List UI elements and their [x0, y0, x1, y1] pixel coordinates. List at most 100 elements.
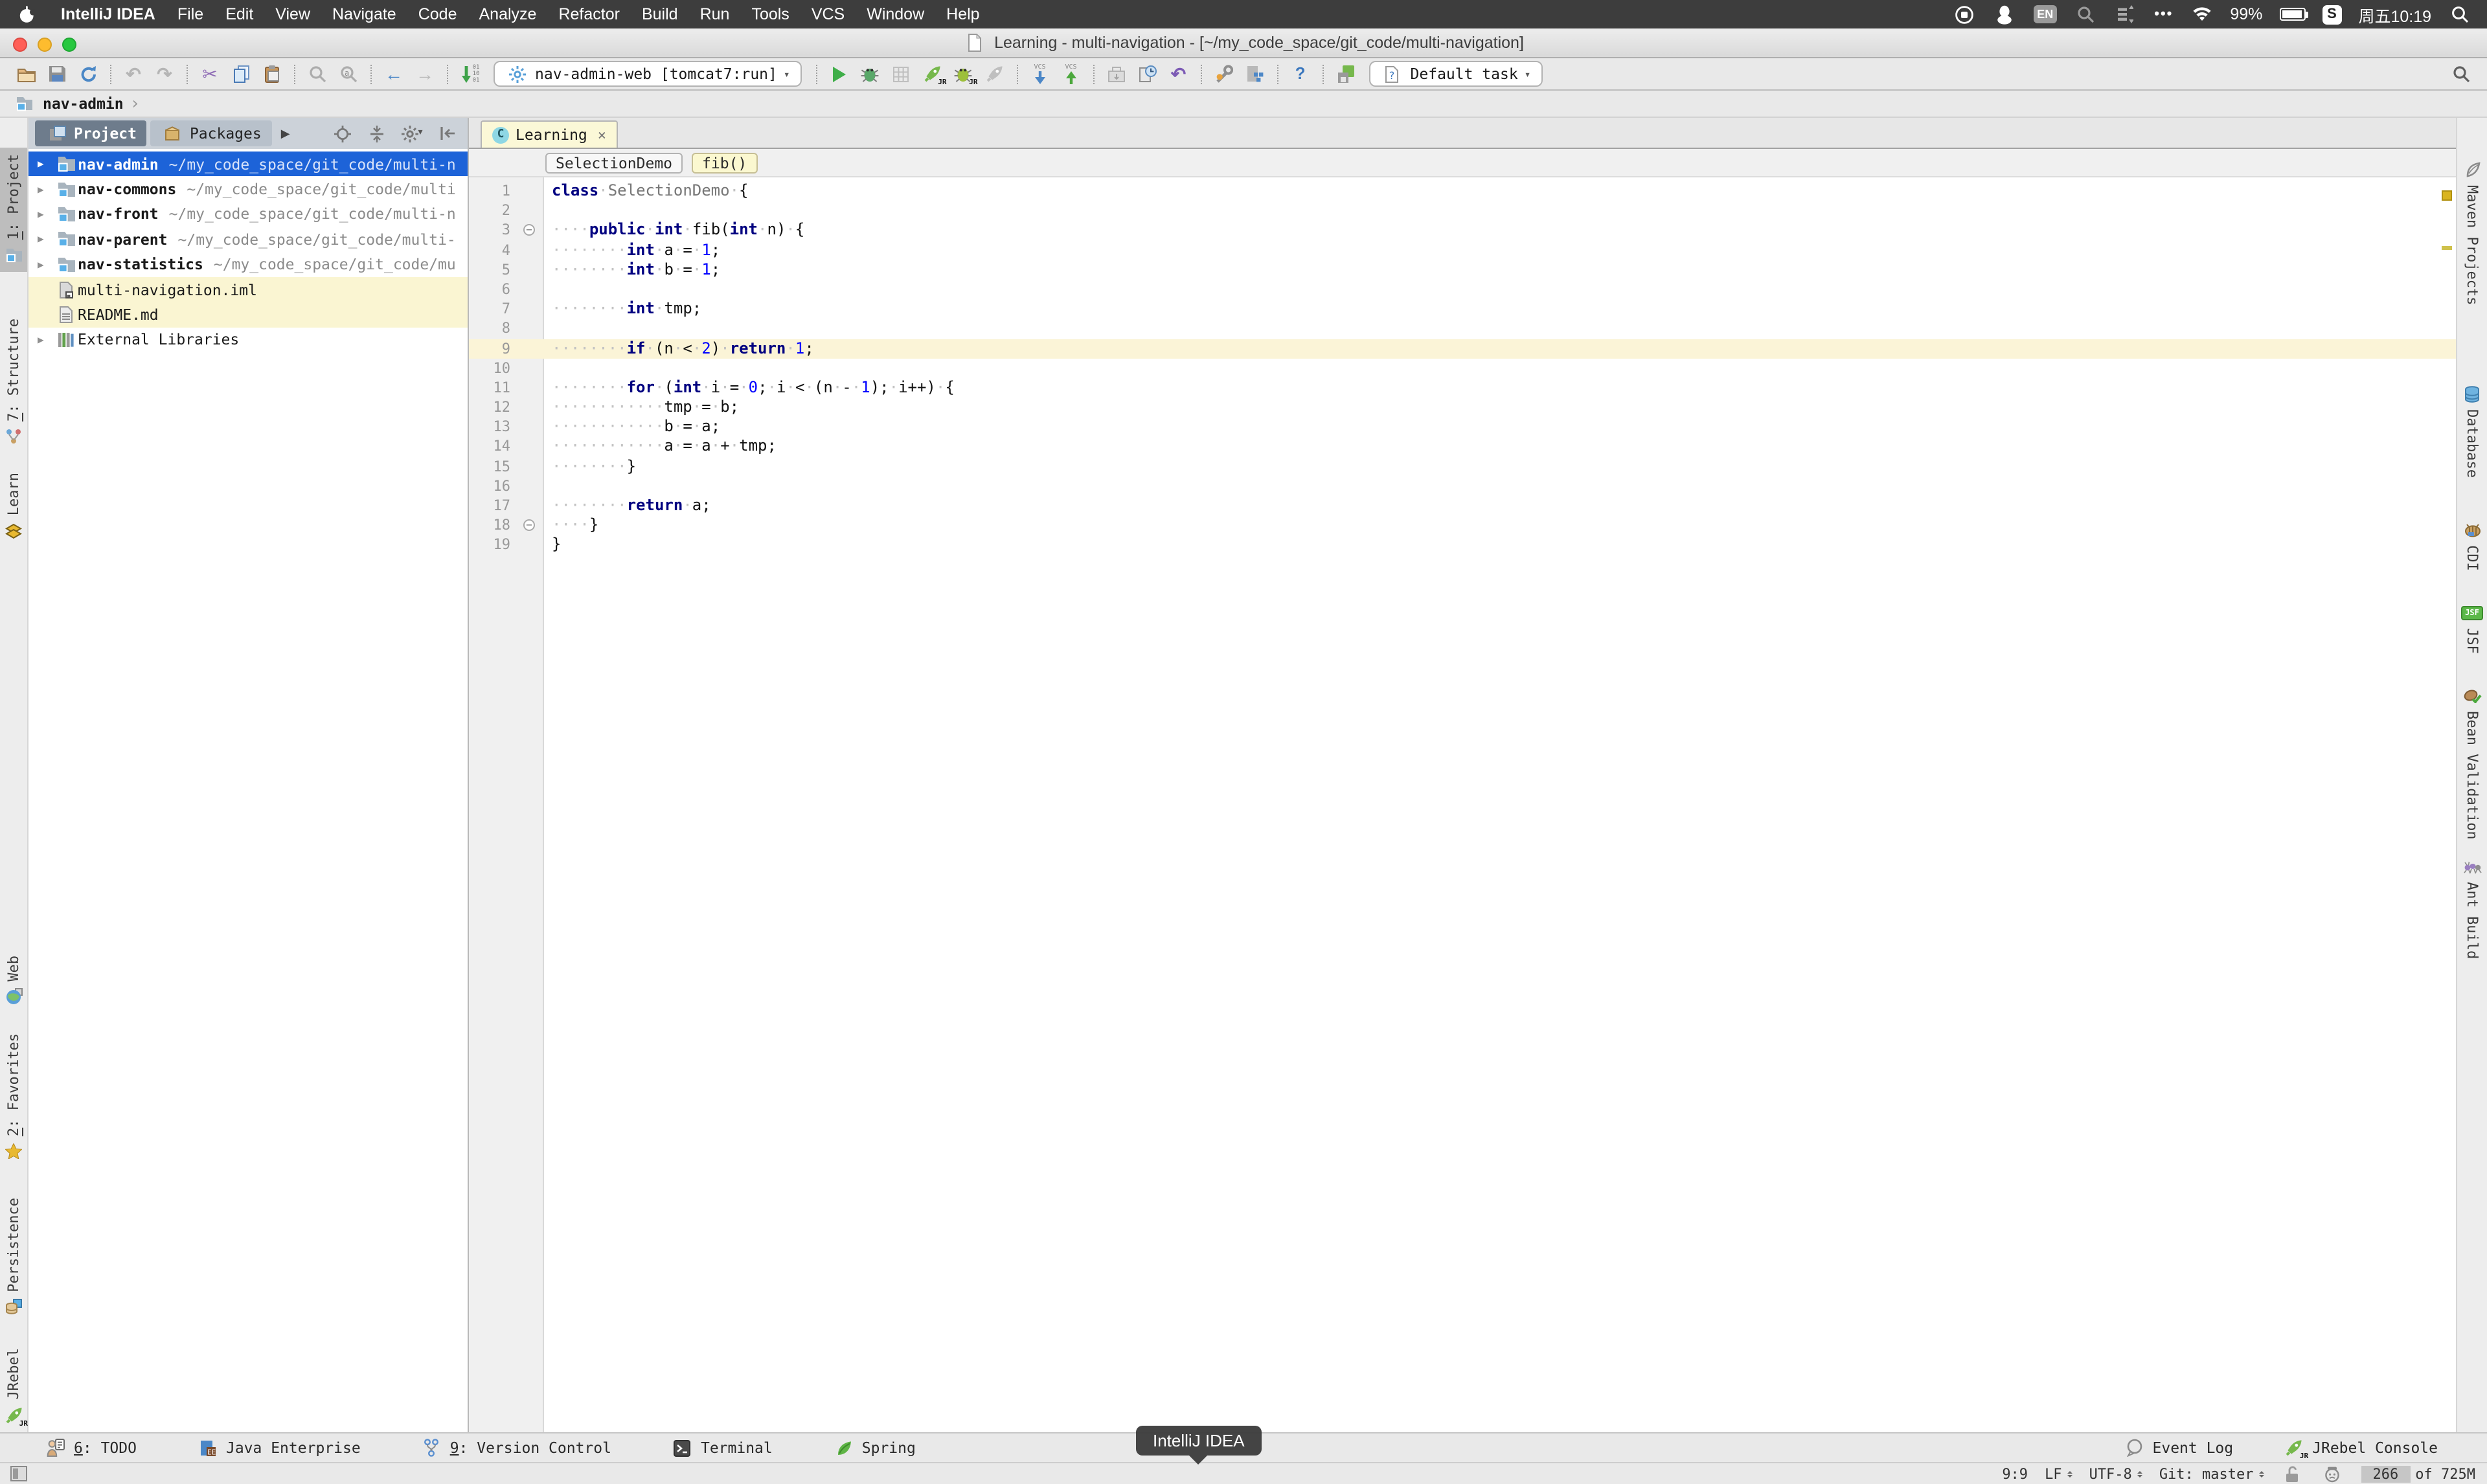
- nav-breadcrumb-item[interactable]: nav-admin: [43, 95, 124, 113]
- line-number[interactable]: 9: [469, 339, 517, 358]
- stripe-button-learn[interactable]: Learn: [0, 466, 27, 548]
- tree-item-nav-admin[interactable]: ▶ nav-admin ~/my_code_space/git_code/multi…: [28, 152, 468, 177]
- close-tab-icon[interactable]: ×: [598, 126, 606, 143]
- save-button[interactable]: [41, 60, 73, 88]
- line-number[interactable]: 16: [469, 477, 517, 496]
- menu-window[interactable]: Window: [867, 5, 924, 23]
- menu-refactor[interactable]: Refactor: [558, 5, 620, 23]
- run-configuration-select[interactable]: nav-admin-web [tomcat7:run] ▾: [494, 61, 802, 87]
- breadcrumb-fib[interactable]: fib(): [692, 152, 758, 173]
- task-configuration-select[interactable]: ? Default task ▾: [1368, 61, 1543, 87]
- find-button[interactable]: [302, 60, 333, 88]
- menu-analyze[interactable]: Analyze: [479, 5, 537, 23]
- expand-arrow-icon[interactable]: ▶: [38, 158, 54, 170]
- jrebel-run-button[interactable]: JR: [917, 60, 948, 88]
- input-method-badge[interactable]: EN: [2033, 5, 2058, 23]
- editor-tab-learning[interactable]: C Learning ×: [481, 120, 619, 148]
- lock-icon[interactable]: [2281, 1463, 2304, 1484]
- code-line-17[interactable]: 17 ········return·a;: [469, 496, 2456, 515]
- line-number[interactable]: 2: [469, 201, 517, 220]
- menu-file[interactable]: File: [177, 5, 203, 23]
- code-line-11[interactable]: 11 ········for·(int·i·=·0;·i·<·(n·-·1);·i…: [469, 378, 2456, 398]
- tree-item-nav-statistics[interactable]: ▶ nav-statistics ~/my_code_space/git_code/…: [28, 252, 468, 277]
- vcs-update-button[interactable]: VCS: [1025, 60, 1056, 88]
- tree-item-nav-parent[interactable]: ▶ nav-parent ~/my_code_space/git_code/mult…: [28, 227, 468, 252]
- menu-run[interactable]: Run: [700, 5, 730, 23]
- panel-tab-packages[interactable]: Packages: [150, 120, 272, 146]
- expand-arrow-icon[interactable]: ▶: [38, 208, 54, 220]
- collapse-icon[interactable]: [365, 123, 389, 144]
- status-widget-git-master[interactable]: Git: master: [2159, 1465, 2264, 1482]
- tree-item-nav-front[interactable]: ▶ nav-front ~/my_code_space/git_code/multi…: [28, 202, 468, 227]
- spotlight-search-icon[interactable]: [2448, 4, 2471, 25]
- hide-panel-icon[interactable]: [435, 123, 459, 144]
- stripe-button-7-structure[interactable]: 7: Structure: [0, 312, 27, 454]
- menu-app-name[interactable]: IntelliJ IDEA: [61, 5, 155, 23]
- status-widget-utf-8[interactable]: UTF-8: [2089, 1465, 2142, 1482]
- code-line-13[interactable]: 13 ············b·=·a;: [469, 418, 2456, 437]
- line-number[interactable]: 15: [469, 456, 517, 476]
- menu-navigate[interactable]: Navigate: [332, 5, 396, 23]
- code-line-6[interactable]: 6: [469, 280, 2456, 299]
- apple-menu-icon[interactable]: [16, 4, 39, 25]
- code-line-12[interactable]: 12 ············tmp·=·b;: [469, 398, 2456, 417]
- stripe-button-ant-build[interactable]: Ant Build: [2457, 849, 2487, 965]
- sync-button[interactable]: [73, 60, 104, 88]
- line-number[interactable]: 19: [469, 535, 517, 555]
- stripe-button-web[interactable]: Web: [0, 949, 27, 1014]
- code-line-2[interactable]: 2: [469, 201, 2456, 220]
- code-line-7[interactable]: 7 ········int·tmp;: [469, 299, 2456, 319]
- redo-button[interactable]: ↷: [149, 60, 180, 88]
- forward-button[interactable]: →: [409, 60, 440, 88]
- stripe-button-bean-validation[interactable]: Bean Validation: [2457, 679, 2487, 846]
- stripe-button-cdi[interactable]: CDI: [2457, 513, 2487, 578]
- line-number[interactable]: 8: [469, 319, 517, 339]
- warning-indicator[interactable]: [2442, 190, 2452, 201]
- vcs-commit-button[interactable]: VCS: [1056, 60, 1087, 88]
- battery-icon[interactable]: [2279, 8, 2309, 21]
- memory-indicator[interactable]: 266 of 725M: [2361, 1465, 2475, 1482]
- cut-button[interactable]: ✂: [194, 60, 225, 88]
- open-button[interactable]: [10, 60, 41, 88]
- code-line-15[interactable]: 15 ········}: [469, 456, 2456, 476]
- qq-penguin-icon[interactable]: [1993, 4, 2016, 25]
- line-number[interactable]: 7: [469, 299, 517, 319]
- line-number[interactable]: 18: [469, 515, 517, 535]
- menubar-clock[interactable]: 周五10:19: [2358, 2, 2431, 27]
- code-line-4[interactable]: 4 ········int·a·=·1;: [469, 240, 2456, 260]
- code-line-9[interactable]: 9 ········if·(n·<·2)·return·1;: [469, 339, 2456, 359]
- toolwindow-button-terminal[interactable]: Terminal: [671, 1437, 773, 1458]
- maximize-window-button[interactable]: [62, 37, 76, 51]
- expand-arrow-icon[interactable]: ▶: [38, 259, 54, 271]
- code-line-8[interactable]: 8: [469, 319, 2456, 339]
- menu-view[interactable]: View: [275, 5, 310, 23]
- coverage-button[interactable]: [886, 60, 917, 88]
- code-line-3[interactable]: 3− ····public·int·fib(int·n)·{: [469, 221, 2456, 240]
- line-number[interactable]: 3: [469, 221, 517, 240]
- fold-marker-icon[interactable]: −: [517, 515, 543, 535]
- code-line-10[interactable]: 10: [469, 358, 2456, 377]
- expand-arrow-icon[interactable]: ▶: [38, 183, 54, 195]
- menu-vcs[interactable]: VCS: [812, 5, 845, 23]
- menu-build[interactable]: Build: [642, 5, 678, 23]
- sogou-s-badge-icon[interactable]: S: [2322, 5, 2342, 24]
- menu-help[interactable]: Help: [946, 5, 979, 23]
- debug-button[interactable]: [855, 60, 886, 88]
- line-number[interactable]: 12: [469, 398, 517, 417]
- display-arrangement-icon[interactable]: [2114, 4, 2137, 25]
- more-tabs-icon[interactable]: ▶: [281, 126, 290, 141]
- jrebel-chip-button[interactable]: [1330, 60, 1361, 88]
- toolwindow-button-event-log[interactable]: Event Log: [2123, 1437, 2233, 1458]
- breadcrumb-selectiondemo[interactable]: SelectionDemo: [545, 152, 683, 173]
- menu-tools[interactable]: Tools: [751, 5, 789, 23]
- search-everywhere-button[interactable]: [2446, 60, 2477, 88]
- stripe-button-persistence[interactable]: Persistence: [0, 1191, 27, 1325]
- rollback-button[interactable]: ↶: [1163, 60, 1194, 88]
- menu-code[interactable]: Code: [418, 5, 457, 23]
- tree-item-external-libraries[interactable]: ▶ External Libraries: [28, 327, 468, 352]
- code-line-16[interactable]: 16: [469, 477, 2456, 496]
- locate-icon[interactable]: [330, 123, 354, 144]
- code-line-1[interactable]: 1 class·SelectionDemo·{: [469, 181, 2456, 201]
- line-number[interactable]: 13: [469, 418, 517, 437]
- compile-button[interactable]: 01 10 01: [455, 60, 486, 88]
